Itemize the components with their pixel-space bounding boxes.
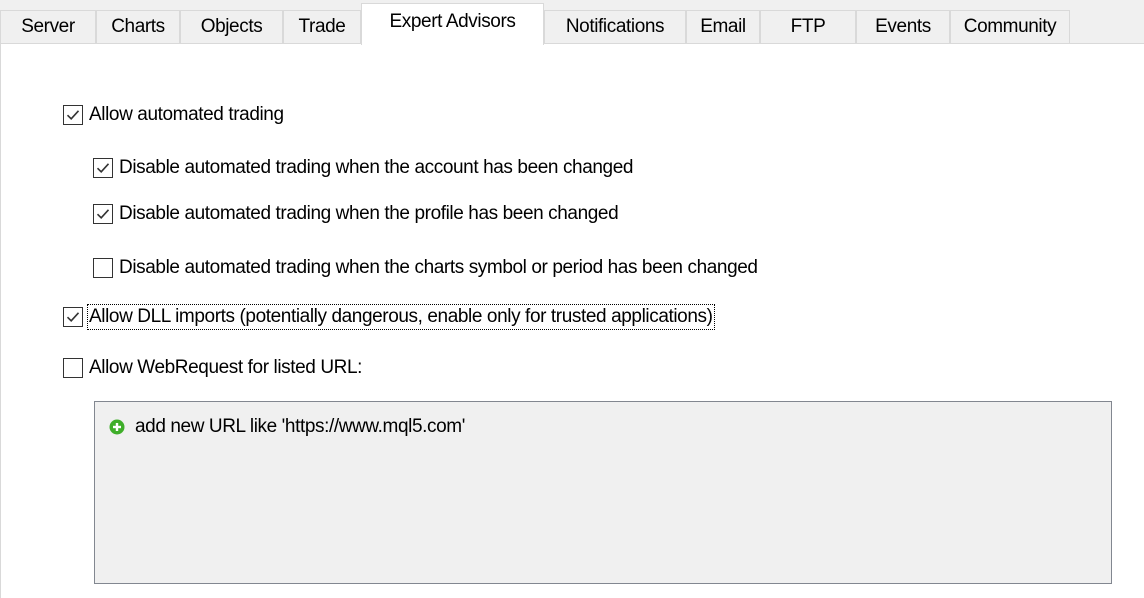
tab-charts[interactable]: Charts bbox=[96, 10, 180, 43]
checkmark-icon bbox=[96, 163, 110, 173]
allow-webrequest-label: Allow WebRequest for listed URL: bbox=[89, 357, 363, 378]
options-dialog: Server Charts Objects Trade Expert Advis… bbox=[0, 0, 1144, 598]
tab-ftp[interactable]: FTP bbox=[760, 10, 856, 43]
add-url-label: add new URL like 'https://www.mql5.com' bbox=[135, 416, 465, 437]
tab-email[interactable]: Email bbox=[686, 10, 760, 43]
tab-events[interactable]: Events bbox=[856, 10, 950, 43]
disable-on-profile-change-checkbox[interactable] bbox=[93, 204, 113, 224]
disable-on-account-change-label: Disable automated trading when the accou… bbox=[119, 157, 634, 178]
tab-objects[interactable]: Objects bbox=[180, 10, 283, 43]
webrequest-url-list[interactable]: add new URL like 'https://www.mql5.com' bbox=[94, 401, 1112, 584]
checkmark-icon bbox=[96, 209, 110, 219]
plus-circle-icon bbox=[109, 419, 125, 435]
expert-advisors-panel: Allow automated trading Disable automate… bbox=[0, 44, 1144, 598]
allow-webrequest-option[interactable]: Allow WebRequest for listed URL: bbox=[63, 355, 362, 381]
allow-dll-imports-label: Allow DLL imports (potentially dangerous… bbox=[87, 304, 715, 330]
tab-expert-advisors[interactable]: Expert Advisors bbox=[361, 3, 544, 45]
add-url-item[interactable]: add new URL like 'https://www.mql5.com' bbox=[109, 415, 465, 439]
disable-on-profile-change-label: Disable automated trading when the profi… bbox=[119, 203, 619, 224]
allow-automated-trading-checkbox[interactable] bbox=[63, 105, 83, 125]
allow-webrequest-checkbox[interactable] bbox=[63, 358, 83, 378]
allow-dll-imports-option[interactable]: Allow DLL imports (potentially dangerous… bbox=[63, 304, 715, 330]
disable-on-symbol-change-label: Disable automated trading when the chart… bbox=[119, 257, 758, 278]
disable-on-symbol-change-option[interactable]: Disable automated trading when the chart… bbox=[93, 255, 758, 281]
tab-notifications[interactable]: Notifications bbox=[544, 10, 686, 43]
allow-automated-trading-option[interactable]: Allow automated trading bbox=[63, 102, 284, 128]
tab-server[interactable]: Server bbox=[0, 10, 96, 43]
checkmark-icon bbox=[66, 110, 80, 120]
checkmark-icon bbox=[66, 312, 80, 322]
allow-automated-trading-label: Allow automated trading bbox=[89, 104, 284, 125]
tab-community[interactable]: Community bbox=[950, 10, 1070, 43]
disable-on-profile-change-option[interactable]: Disable automated trading when the profi… bbox=[93, 201, 619, 227]
allow-dll-imports-checkbox[interactable] bbox=[63, 307, 83, 327]
disable-on-account-change-checkbox[interactable] bbox=[93, 158, 113, 178]
disable-on-account-change-option[interactable]: Disable automated trading when the accou… bbox=[93, 155, 633, 181]
disable-on-symbol-change-checkbox[interactable] bbox=[93, 258, 113, 278]
tab-trade[interactable]: Trade bbox=[283, 10, 361, 43]
tab-strip: Server Charts Objects Trade Expert Advis… bbox=[0, 0, 1144, 45]
